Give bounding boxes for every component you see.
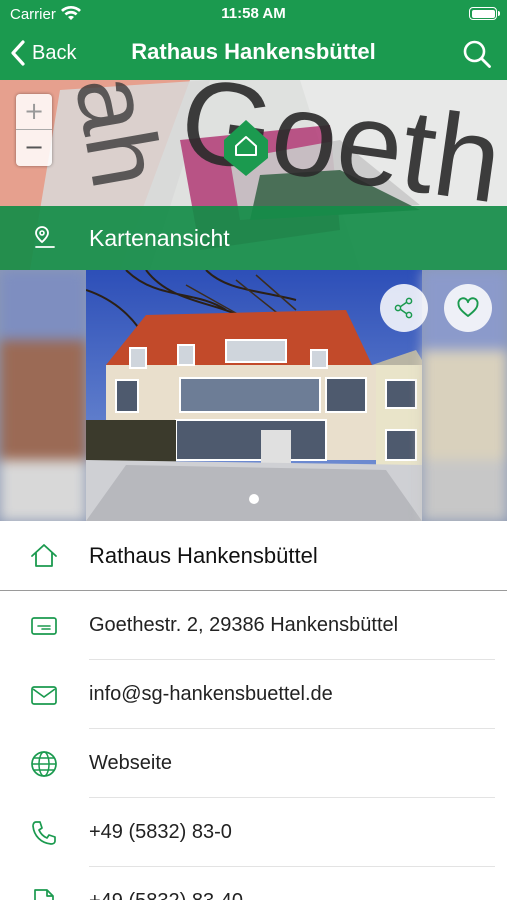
website-link: Webseite	[89, 752, 173, 774]
document-icon	[34, 889, 54, 900]
envelope-icon	[31, 686, 57, 705]
gallery-prev-image	[0, 270, 86, 521]
status-time: 11:58 AM	[221, 5, 286, 22]
top-bar: Carrier 11:58 AM Back Rathaus Hankensbüt…	[0, 0, 507, 80]
share-icon	[394, 297, 413, 319]
details-list: Rathaus Hankensbüttel Goethestr. 2, 2938…	[0, 521, 507, 900]
address-text: Goethestr. 2, 29386 Hankensbüttel	[89, 614, 399, 636]
fax-text: +49 (5832) 83-40	[89, 890, 243, 900]
battery-icon	[469, 7, 500, 20]
list-item-address[interactable]: Goethestr. 2, 29386 Hankensbüttel	[0, 591, 507, 660]
favorite-button[interactable]	[444, 284, 492, 332]
navigation-bar: Back Rathaus Hankensbüttel	[0, 28, 507, 80]
search-icon[interactable]	[461, 38, 493, 70]
email-link: info@sg-hankensbuettel.de	[89, 683, 333, 705]
list-item-email[interactable]: info@sg-hankensbuettel.de	[0, 660, 507, 729]
list-item-fax[interactable]: +49 (5832) 83-40	[0, 867, 507, 900]
home-icon	[31, 544, 57, 567]
list-item-phone[interactable]: +49 (5832) 83-0	[0, 798, 507, 867]
location-pin-icon	[35, 226, 55, 248]
status-bar: Carrier 11:58 AM	[0, 0, 507, 28]
chevron-left-icon	[11, 40, 25, 66]
zoom-out-button[interactable]: −	[16, 130, 52, 166]
gallery-photo	[86, 270, 422, 521]
svg-text:ah: ah	[54, 80, 184, 196]
map-zoom-control: + −	[16, 94, 52, 166]
map-view-band[interactable]: Kartenansicht	[0, 206, 507, 270]
image-gallery[interactable]	[0, 270, 507, 521]
place-name: Rathaus Hankensbüttel	[89, 543, 318, 568]
address-card-icon	[31, 617, 57, 635]
zoom-in-button[interactable]: +	[16, 94, 52, 130]
globe-icon	[31, 751, 57, 777]
list-item-website[interactable]: Webseite	[0, 729, 507, 798]
map-view-label: Kartenansicht	[89, 225, 230, 251]
page-title: Rathaus Hankensbüttel	[131, 39, 376, 64]
page-indicator-dot	[249, 494, 259, 504]
heart-icon	[457, 297, 479, 317]
back-label: Back	[32, 41, 77, 64]
map-view[interactable]: Goeth ah + − Kartenansicht	[0, 80, 507, 270]
phone-icon	[32, 821, 56, 845]
list-item-name: Rathaus Hankensbüttel	[0, 521, 507, 591]
share-button[interactable]	[380, 284, 428, 332]
back-button[interactable]: Back	[10, 38, 76, 68]
phone-link: +49 (5832) 83-0	[89, 821, 232, 843]
map-marker[interactable]	[221, 118, 271, 178]
